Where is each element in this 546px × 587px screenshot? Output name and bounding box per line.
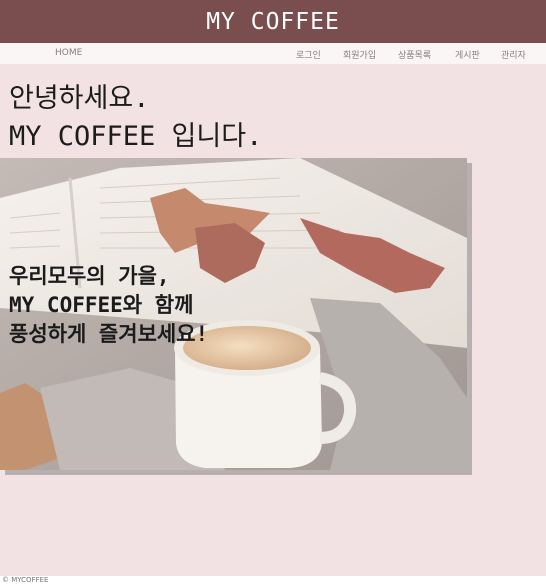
greeting-line-1: 안녕하세요. (9, 83, 150, 114)
hero-line-3: 풍성하게 즐겨보세요! (9, 322, 209, 346)
site-header: MY COFFEE (0, 0, 546, 43)
hero-line-2: MY COFFEE와 함께 (9, 293, 194, 317)
greeting-line-2: MY COFFEE 입니다. (9, 121, 263, 152)
top-nav: HOME 로그인 회원가입 상품목록 게시판 관리자 (0, 43, 546, 64)
nav-login[interactable]: 로그인 (296, 48, 321, 61)
hero-banner: 우리모두의 가을, MY COFFEE와 함께 풍성하게 즐겨보세요! (0, 158, 467, 470)
nav-signup[interactable]: 회원가입 (343, 48, 376, 61)
nav-admin[interactable]: 관리자 (501, 48, 526, 61)
site-title[interactable]: MY COFFEE (206, 9, 340, 35)
site-footer: © MYCOFFEE (0, 576, 546, 587)
greeting-heading: 안녕하세요. MY COFFEE 입니다. (9, 80, 262, 156)
hero-line-1: 우리모두의 가을, (9, 264, 170, 288)
footer-copyright: © MYCOFFEE (2, 576, 49, 584)
hero-caption: 우리모두의 가을, MY COFFEE와 함께 풍성하게 즐겨보세요! (9, 262, 208, 349)
nav-board[interactable]: 게시판 (455, 48, 480, 61)
nav-products[interactable]: 상품목록 (398, 48, 431, 61)
nav-home[interactable]: HOME (55, 48, 82, 58)
main-content: 안녕하세요. MY COFFEE 입니다. 우리모두의 가을, MY COFFE… (0, 64, 546, 576)
